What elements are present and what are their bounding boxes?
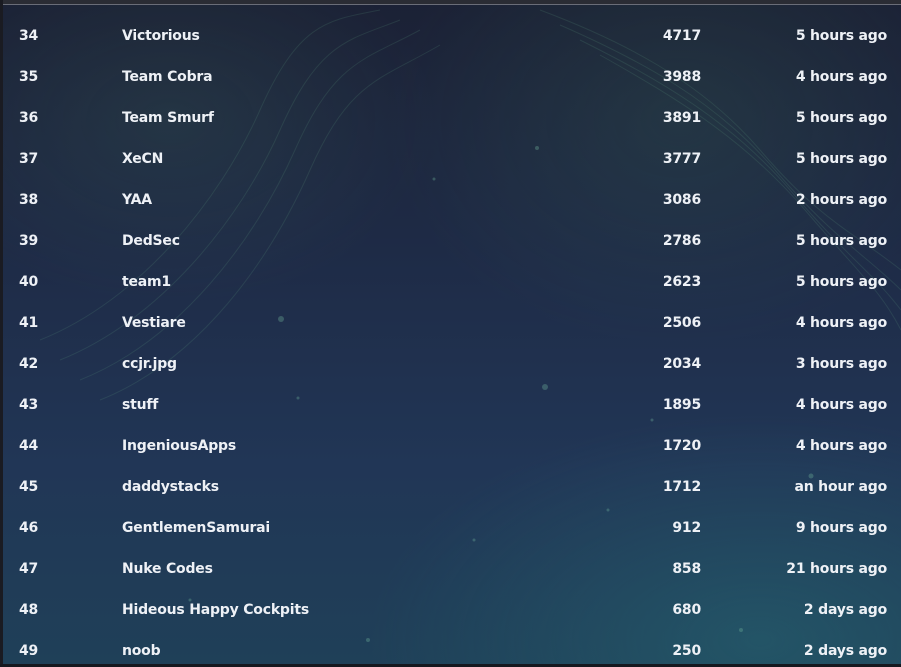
team-name-cell[interactable]: IngeniousApps — [122, 437, 236, 455]
last-submission-cell: 4 hours ago — [795, 315, 887, 331]
team-name-cell[interactable]: Team Smurf — [122, 109, 214, 127]
last-submission-cell: 2 days ago — [803, 643, 887, 659]
last-submission-cell: 5 hours ago — [795, 110, 887, 126]
score-cell: 1712 — [662, 479, 701, 495]
table-row: 45 daddystacks 1712 an hour ago — [0, 467, 901, 508]
rank-cell: 42 — [19, 356, 39, 372]
rank-cell: 45 — [19, 479, 39, 495]
team-name-cell[interactable]: XeCN — [122, 150, 163, 168]
table-row: 37 XeCN 3777 5 hours ago — [0, 139, 901, 180]
last-submission-cell: an hour ago — [794, 479, 887, 495]
last-submission-cell: 4 hours ago — [795, 69, 887, 85]
score-cell: 1720 — [662, 438, 701, 454]
team-name-cell[interactable]: Hideous Happy Cockpits — [122, 601, 309, 619]
table-row: 49 noob 250 2 days ago — [0, 631, 901, 667]
rank-cell: 47 — [19, 561, 39, 577]
team-name-cell[interactable]: GentlemenSamurai — [122, 519, 270, 537]
team-name-cell[interactable]: team1 — [122, 273, 171, 291]
score-cell: 3988 — [662, 69, 701, 85]
score-cell: 3891 — [662, 110, 701, 126]
table-row: 34 Victorious 4717 5 hours ago — [0, 16, 901, 57]
team-name-cell[interactable]: YAA — [122, 191, 152, 209]
score-cell: 2786 — [662, 233, 701, 249]
table-row: 43 stuff 1895 4 hours ago — [0, 385, 901, 426]
rank-cell: 35 — [19, 69, 39, 85]
team-name-cell[interactable]: DedSec — [122, 232, 180, 250]
team-name-cell[interactable]: ccjr.jpg — [122, 355, 177, 373]
score-cell: 250 — [672, 643, 701, 659]
score-cell: 3777 — [662, 151, 701, 167]
rank-cell: 49 — [19, 643, 39, 659]
team-name-cell[interactable]: noob — [122, 642, 161, 660]
last-submission-cell: 5 hours ago — [795, 28, 887, 44]
window-top-border — [0, 0, 901, 5]
score-cell: 912 — [672, 520, 701, 536]
last-submission-cell: 9 hours ago — [795, 520, 887, 536]
table-row: 35 Team Cobra 3988 4 hours ago — [0, 57, 901, 98]
score-cell: 3086 — [662, 192, 701, 208]
score-cell: 2034 — [662, 356, 701, 372]
last-submission-cell: 4 hours ago — [795, 438, 887, 454]
score-cell: 858 — [672, 561, 701, 577]
table-row: 48 Hideous Happy Cockpits 680 2 days ago — [0, 590, 901, 631]
last-submission-cell: 4 hours ago — [795, 397, 887, 413]
scoreboard-table: 34 Victorious 4717 5 hours ago 35 Team Cobra 3… — [0, 16, 901, 667]
team-name-cell[interactable]: Nuke Codes — [122, 560, 213, 578]
rank-cell: 38 — [19, 192, 39, 208]
table-row: 47 Nuke Codes 858 21 hours ago — [0, 549, 901, 590]
score-cell: 1895 — [662, 397, 701, 413]
last-submission-cell: 3 hours ago — [795, 356, 887, 372]
score-cell: 680 — [672, 602, 701, 618]
rank-cell: 43 — [19, 397, 39, 413]
table-row: 39 DedSec 2786 5 hours ago — [0, 221, 901, 262]
table-row: 38 YAA 3086 2 hours ago — [0, 180, 901, 221]
table-row: 40 team1 2623 5 hours ago — [0, 262, 901, 303]
rank-cell: 44 — [19, 438, 39, 454]
last-submission-cell: 2 hours ago — [795, 192, 887, 208]
table-row: 44 IngeniousApps 1720 4 hours ago — [0, 426, 901, 467]
last-submission-cell: 5 hours ago — [795, 233, 887, 249]
last-submission-cell: 21 hours ago — [786, 561, 887, 577]
rank-cell: 39 — [19, 233, 39, 249]
rank-cell: 40 — [19, 274, 39, 290]
table-row: 36 Team Smurf 3891 5 hours ago — [0, 98, 901, 139]
team-name-cell[interactable]: daddystacks — [122, 478, 219, 496]
rank-cell: 36 — [19, 110, 39, 126]
score-cell: 2506 — [662, 315, 701, 331]
score-cell: 2623 — [662, 274, 701, 290]
rank-cell: 34 — [19, 28, 39, 44]
team-name-cell[interactable]: Vestiare — [122, 314, 186, 332]
team-name-cell[interactable]: Team Cobra — [122, 68, 213, 86]
last-submission-cell: 2 days ago — [803, 602, 887, 618]
team-name-cell[interactable]: Victorious — [122, 27, 200, 45]
rank-cell: 41 — [19, 315, 39, 331]
rank-cell: 48 — [19, 602, 39, 618]
last-submission-cell: 5 hours ago — [795, 274, 887, 290]
rank-cell: 46 — [19, 520, 39, 536]
team-name-cell[interactable]: stuff — [122, 396, 158, 414]
rank-cell: 37 — [19, 151, 39, 167]
last-submission-cell: 5 hours ago — [795, 151, 887, 167]
table-row: 42 ccjr.jpg 2034 3 hours ago — [0, 344, 901, 385]
table-row: 41 Vestiare 2506 4 hours ago — [0, 303, 901, 344]
score-cell: 4717 — [662, 28, 701, 44]
table-row: 46 GentlemenSamurai 912 9 hours ago — [0, 508, 901, 549]
